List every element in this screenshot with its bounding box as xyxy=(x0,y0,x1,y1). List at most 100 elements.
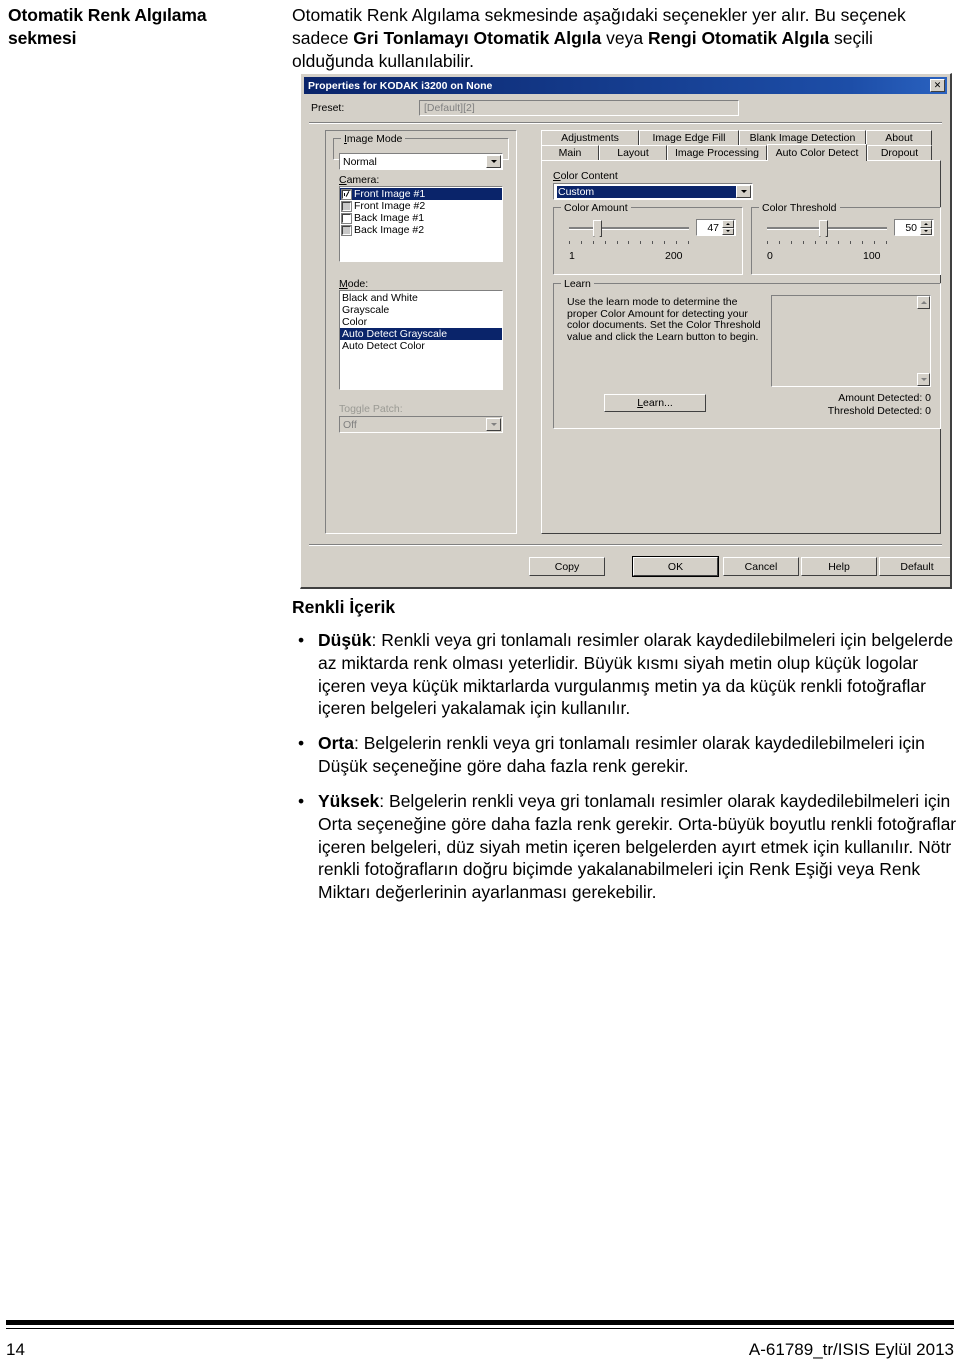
learn-button-label: Learn... xyxy=(637,397,673,409)
color-amount-ticks xyxy=(569,241,689,244)
mode-listbox[interactable]: Black and White Grayscale Color Auto Det… xyxy=(339,290,503,390)
learn-button[interactable]: Learn... xyxy=(604,394,706,412)
default-button[interactable]: Default xyxy=(879,557,950,576)
intro-column: Otomatik Renk Algılama sekmesinde aşağıd… xyxy=(292,4,952,81)
ok-button[interactable]: OK xyxy=(632,556,719,577)
bullet-icon: • xyxy=(298,790,305,811)
color-amount-group-title: Color Amount xyxy=(561,202,631,214)
list-item[interactable]: Back Image #1 xyxy=(340,212,502,224)
image-mode-combo[interactable]: Normal xyxy=(339,153,503,170)
color-amount-value: 47 xyxy=(707,221,719,234)
tab-layout[interactable]: Layout xyxy=(599,145,667,160)
stepper-buttons[interactable] xyxy=(722,220,734,235)
list-item-label: Grayscale xyxy=(342,304,390,316)
threshold-detected: Threshold Detected: 0 xyxy=(827,405,931,417)
tab-dropout[interactable]: Dropout xyxy=(867,145,932,160)
color-content-combo[interactable]: Custom xyxy=(553,183,753,200)
color-amount-stepper[interactable]: 47 xyxy=(696,219,736,236)
stepper-down-icon[interactable] xyxy=(920,227,932,235)
scrollbar[interactable] xyxy=(917,296,930,386)
checkbox-icon[interactable] xyxy=(341,200,352,212)
list-item[interactable]: Grayscale xyxy=(340,304,502,316)
color-content-value: Custom xyxy=(557,185,736,198)
bullet-icon: • xyxy=(298,733,305,754)
ok-button-label: OK xyxy=(667,560,684,573)
copy-button[interactable]: Copy xyxy=(529,557,605,576)
color-threshold-value: 50 xyxy=(905,221,917,234)
help-button-label: Help xyxy=(828,560,850,573)
color-threshold-group-title: Color Threshold xyxy=(759,202,840,214)
bullet-text: : Renkli veya gri tonlamalı resimler ola… xyxy=(318,630,954,719)
list-item[interactable]: Front Image #1 xyxy=(340,188,502,200)
cancel-button[interactable]: Cancel xyxy=(723,557,799,576)
stepper-up-icon[interactable] xyxy=(722,220,734,228)
tab-image-edge-fill[interactable]: Image Edge Fill xyxy=(639,130,739,145)
checkbox-icon[interactable] xyxy=(341,212,352,224)
footer-rule-thin xyxy=(6,1328,954,1329)
color-threshold-slider-thumb[interactable] xyxy=(819,220,828,241)
body-copy: Renkli İçerik • Düşük: Renkli veya gri t… xyxy=(292,597,960,916)
list-item-label: Back Image #2 xyxy=(354,224,425,236)
checkbox-checked-icon[interactable] xyxy=(341,188,352,200)
tab-image-processing[interactable]: Image Processing xyxy=(667,145,767,160)
list-item[interactable]: Auto Detect Color xyxy=(340,340,502,352)
tab-label: Image Edge Fill xyxy=(652,132,726,144)
list-item[interactable]: Black and White xyxy=(340,292,502,304)
dialog-title: Properties for KODAK i3200 on None xyxy=(308,79,493,92)
footer-rule-thick xyxy=(6,1320,954,1325)
intro-bold-1: Gri Tonlamayı Otomatik Algıla xyxy=(353,27,602,48)
stepper-up-icon[interactable] xyxy=(920,220,932,228)
preset-field[interactable]: [Default][2] xyxy=(419,100,739,116)
list-item[interactable]: Auto Detect Grayscale xyxy=(340,328,502,340)
toggle-patch-combo[interactable]: Off xyxy=(339,416,503,433)
image-mode-group-title: Image Mode xyxy=(341,133,406,145)
list-item: • Düşük: Renkli veya gri tonlamalı resim… xyxy=(292,629,960,720)
toggle-patch-label: Toggle Patch: xyxy=(339,403,403,415)
scanner-properties-dialog: Properties for KODAK i3200 on None ✕ Pre… xyxy=(300,73,952,589)
list-item-label: Black and White xyxy=(342,292,418,304)
tab-label: Adjustments xyxy=(561,132,619,144)
checkbox-icon[interactable] xyxy=(341,224,352,236)
document-reference: A-61789_tr/ISIS Eylül 2013 xyxy=(748,1340,954,1359)
color-threshold-ticks xyxy=(767,241,887,244)
tab-adjustments[interactable]: Adjustments xyxy=(541,130,639,145)
camera-label: Camera: xyxy=(339,174,380,186)
help-button[interactable]: Help xyxy=(801,557,877,576)
list-item[interactable]: Front Image #2 xyxy=(340,200,502,212)
color-amount-min: 1 xyxy=(569,250,575,262)
tab-main[interactable]: Main xyxy=(541,145,599,160)
color-amount-slider-track[interactable] xyxy=(569,227,689,230)
scroll-down-icon[interactable] xyxy=(917,373,930,386)
list-item-label: Color xyxy=(342,316,368,328)
detected-readout: Amount Detected: 0 Threshold Detected: 0 xyxy=(751,392,931,418)
color-content-label: Color Content xyxy=(553,170,618,182)
toggle-patch-value: Off xyxy=(343,418,357,431)
list-item[interactable]: Back Image #2 xyxy=(340,224,502,236)
list-item-label: Front Image #1 xyxy=(354,188,426,200)
renkli-icerik-title: Renkli İçerik xyxy=(292,597,396,617)
color-amount-slider-thumb[interactable] xyxy=(593,220,602,241)
close-icon[interactable]: ✕ xyxy=(930,79,945,92)
color-amount-max: 200 xyxy=(665,250,683,262)
color-threshold-stepper[interactable]: 50 xyxy=(894,219,934,236)
chevron-down-icon xyxy=(736,185,751,198)
preset-row: Preset: [Default][2] xyxy=(311,100,941,117)
dialog-divider xyxy=(309,122,942,124)
stepper-buttons[interactable] xyxy=(920,220,932,235)
stepper-down-icon[interactable] xyxy=(722,227,734,235)
copy-button-label: Copy xyxy=(554,560,580,573)
list-item-label: Auto Detect Grayscale xyxy=(342,328,448,340)
color-threshold-min: 0 xyxy=(767,250,773,262)
scroll-up-icon[interactable] xyxy=(917,296,930,309)
tab-auto-color-detect[interactable]: Auto Color Detect xyxy=(767,144,867,161)
camera-listbox[interactable]: Front Image #1 Front Image #2 Back Image… xyxy=(339,186,503,262)
tab-label: About xyxy=(885,132,913,144)
list-item[interactable]: Color xyxy=(340,316,502,328)
tab-blank-image-detection[interactable]: Blank Image Detection xyxy=(739,130,866,145)
dialog-titlebar: Properties for KODAK i3200 on None ✕ xyxy=(304,77,947,94)
footer: 14 A-61789_tr/ISIS Eylül 2013 xyxy=(6,1340,954,1360)
learn-results-textarea[interactable] xyxy=(771,295,931,387)
tab-about[interactable]: About xyxy=(866,130,932,145)
page-number: 14 xyxy=(6,1340,25,1359)
tab-row-lower: Main Layout Image Processing Auto Color … xyxy=(541,144,941,161)
